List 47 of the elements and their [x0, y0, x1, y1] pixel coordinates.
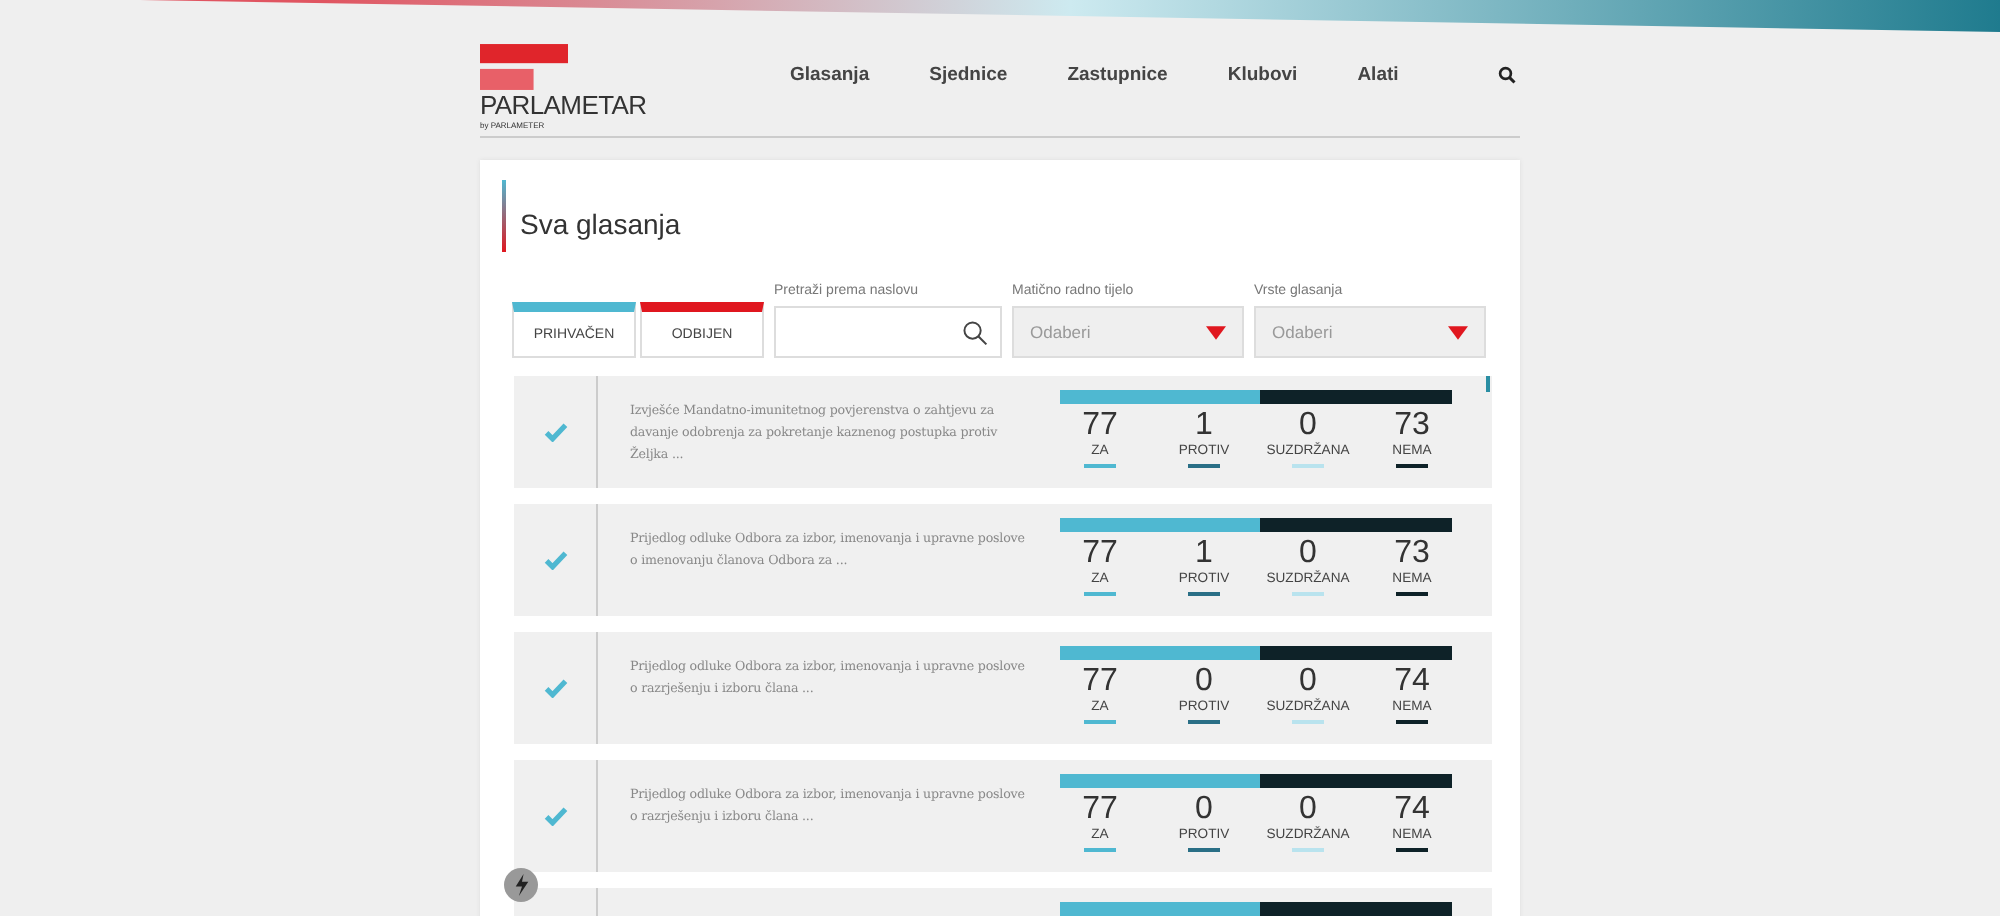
nav-link[interactable]: Klubovi [1197, 63, 1328, 85]
vote-count: 73 [1394, 536, 1430, 572]
legend-line [1188, 592, 1220, 596]
nav-link[interactable]: Sjednice [899, 63, 1038, 85]
legend-line [1084, 848, 1116, 852]
caret-icon [1448, 325, 1468, 339]
legend-line [1292, 720, 1324, 724]
vote-count: 0 [1195, 792, 1213, 828]
legend-line [1188, 464, 1220, 468]
vote-count: 77 [1082, 536, 1118, 572]
legend-line [1396, 464, 1428, 468]
search-field[interactable] [774, 306, 1002, 358]
legend-line [1084, 592, 1116, 596]
legend-line [1292, 464, 1324, 468]
nav-link[interactable]: Glasanja [760, 63, 900, 85]
vote-count: 0 [1299, 408, 1317, 442]
legend-line [1396, 720, 1428, 724]
nav-link[interactable]: Alati [1327, 63, 1429, 85]
caret-icon [1206, 325, 1226, 339]
logo-text[interactable]: PARLAMETAR [480, 89, 700, 119]
legend-line [1084, 720, 1116, 724]
vote-count: 73 [1394, 408, 1430, 444]
logo-icon[interactable] [480, 43, 568, 89]
vote-count: 74 [1394, 792, 1430, 828]
vote-count: 77 [1082, 408, 1118, 444]
legend-line [1292, 848, 1324, 852]
legend-line [1396, 592, 1428, 596]
vote-count: 0 [1195, 664, 1213, 700]
legend-line [1292, 592, 1324, 596]
vote-count: 1 [1195, 536, 1213, 572]
vote-count: 1 [1195, 408, 1213, 444]
vote-count: 77 [1082, 664, 1118, 700]
legend-line [1396, 848, 1428, 852]
vote-count: 0 [1299, 664, 1317, 698]
lightning-icon [513, 874, 529, 896]
page-title: Sva glasanja [520, 208, 683, 240]
vote-count: 74 [1394, 664, 1430, 700]
search-icon[interactable] [1498, 65, 1516, 83]
vote-count: 77 [1082, 792, 1118, 828]
vote-count: 0 [1299, 792, 1317, 826]
search-icon[interactable] [962, 319, 988, 345]
nav-link[interactable]: Zastupnice [1037, 63, 1198, 85]
legend-line [1084, 464, 1116, 468]
vote-count: 0 [1299, 536, 1317, 570]
legend-line [1188, 848, 1220, 852]
scrollbar[interactable] [1486, 376, 1490, 392]
legend-line [1188, 720, 1220, 724]
